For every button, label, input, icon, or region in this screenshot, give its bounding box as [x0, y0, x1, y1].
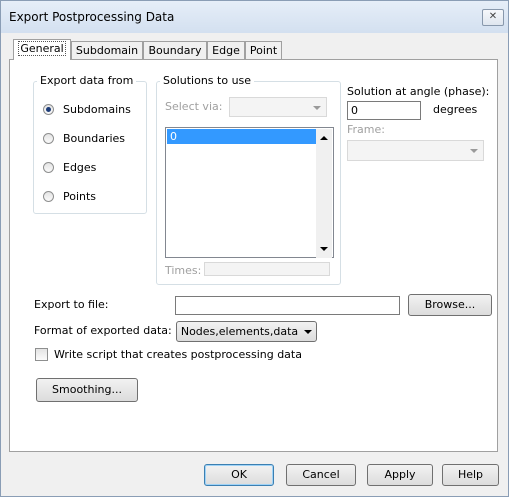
radio-edges[interactable]	[43, 162, 54, 173]
list-item[interactable]: 0	[167, 129, 316, 144]
tab-general[interactable]: General	[13, 39, 71, 60]
tab-point[interactable]: Point	[245, 41, 282, 60]
frame-label: Frame:	[347, 123, 385, 136]
export-postprocessing-dialog: Export Postprocessing Data ✕ General Sub…	[0, 0, 509, 497]
chevron-down-icon	[313, 106, 321, 110]
cancel-button[interactable]: Cancel	[286, 464, 356, 486]
select-via-label: Select via:	[165, 100, 223, 113]
browse-button[interactable]: Browse...	[408, 294, 492, 316]
format-dropdown[interactable]: Nodes,elements,data	[176, 321, 317, 342]
angle-input[interactable]: 0	[347, 101, 421, 120]
title-bar[interactable]: Export Postprocessing Data ✕	[1, 1, 508, 33]
help-button[interactable]: Help	[442, 464, 499, 486]
close-icon: ✕	[488, 11, 498, 22]
tab-boundary[interactable]: Boundary	[143, 41, 207, 60]
write-script-checkbox[interactable]	[35, 348, 48, 361]
radio-boundaries[interactable]	[43, 133, 54, 144]
radio-edges-label[interactable]: Edges	[63, 161, 96, 174]
apply-button[interactable]: Apply	[367, 464, 433, 486]
ok-button[interactable]: OK	[204, 464, 274, 486]
write-script-label[interactable]: Write script that creates postprocessing…	[54, 348, 302, 361]
listbox-scrollbar[interactable]	[316, 129, 332, 258]
scroll-up-icon[interactable]	[320, 136, 328, 140]
frame-combo[interactable]	[347, 140, 484, 161]
close-button[interactable]: ✕	[482, 9, 504, 26]
tab-subdomain[interactable]: Subdomain	[71, 41, 143, 60]
times-label: Times:	[165, 264, 202, 277]
tab-edge[interactable]: Edge	[207, 41, 245, 60]
export-file-input[interactable]	[175, 296, 400, 315]
window-title: Export Postprocessing Data	[9, 10, 175, 24]
radio-boundaries-label[interactable]: Boundaries	[63, 132, 125, 145]
format-label: Format of exported data:	[34, 324, 172, 337]
general-tab-panel: Export data from Subdomains Boundaries E…	[9, 59, 498, 452]
chevron-down-icon	[304, 330, 313, 334]
angle-label: Solution at angle (phase):	[347, 85, 490, 98]
scroll-down-icon[interactable]	[320, 247, 328, 251]
radio-subdomains[interactable]	[43, 104, 54, 115]
solutions-listbox[interactable]: 0	[165, 127, 334, 258]
times-field[interactable]	[204, 262, 330, 276]
radio-subdomains-label[interactable]: Subdomains	[63, 103, 131, 116]
smoothing-button[interactable]: Smoothing...	[36, 378, 138, 402]
export-data-from-legend: Export data from	[37, 74, 137, 87]
radio-points-label[interactable]: Points	[63, 190, 96, 203]
select-via-combo[interactable]	[229, 97, 327, 117]
chevron-down-icon	[470, 149, 478, 153]
export-file-label: Export to file:	[34, 298, 109, 311]
angle-unit: degrees	[433, 103, 478, 116]
radio-points[interactable]	[43, 191, 54, 202]
solutions-legend: Solutions to use	[160, 74, 255, 87]
